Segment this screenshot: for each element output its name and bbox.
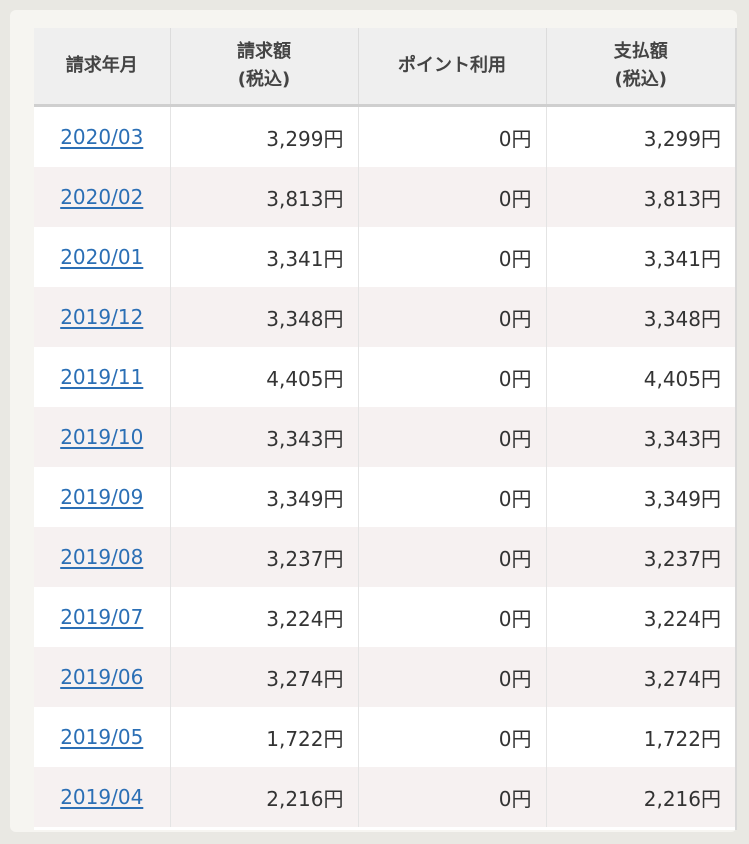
billed-amount-cell: 3,237円	[170, 527, 359, 587]
billing-month-cell: 2019/05	[34, 707, 171, 767]
table-row: 2019/07 3,224円 0円 3,224円	[34, 587, 735, 647]
table-row: 2019/12 3,348円 0円 3,348円	[34, 287, 735, 347]
table-row: 2019/05 1,722円 0円 1,722円	[34, 707, 735, 767]
points-used-cell: 0円	[358, 467, 547, 527]
header-row: 請求年月 請求額 (税込) ポイント利用 支払額 (税込)	[34, 28, 735, 107]
billing-month-link[interactable]: 2019/10	[60, 425, 143, 449]
billing-month-cell: 2019/07	[34, 587, 171, 647]
billing-month-cell: 2019/08	[34, 527, 171, 587]
billed-amount-cell: 3,343円	[170, 407, 359, 467]
billing-month-cell: 2019/06	[34, 647, 171, 707]
billing-month-cell: 2019/11	[34, 347, 171, 407]
billing-month-link[interactable]: 2020/03	[60, 125, 143, 149]
billing-month-link[interactable]: 2019/11	[60, 365, 143, 389]
points-used-cell: 0円	[358, 647, 547, 707]
table-row: 2019/09 3,349円 0円 3,349円	[34, 467, 735, 527]
header-paid-amount-tax-note: (税込)	[614, 69, 667, 90]
paid-amount-cell: 3,813円	[546, 167, 735, 227]
points-used-cell: 0円	[358, 767, 547, 827]
billing-month-link[interactable]: 2019/06	[60, 665, 143, 689]
paid-amount-cell: 3,341円	[643, 246, 721, 271]
points-used-cell: 0円	[358, 707, 547, 767]
table-row: 2020/02 3,813円 0円 3,813円	[34, 167, 735, 227]
paid-amount-cell: 3,349円	[643, 486, 721, 511]
table-row: 2019/10 3,343円 0円 3,343円	[34, 407, 735, 467]
billing-month-cell: 2020/02	[34, 167, 171, 227]
billing-month-cell: 2019/10	[34, 407, 171, 467]
billed-amount-cell: 4,405円	[170, 347, 359, 407]
billing-month-link[interactable]: 2019/09	[60, 485, 143, 509]
points-used-cell: 0円	[358, 407, 547, 467]
billing-month-link[interactable]: 2019/07	[60, 605, 143, 629]
paid-amount-cell: 3,237円	[546, 527, 735, 587]
billing-month-link[interactable]: 2019/05	[60, 725, 143, 749]
paid-amount-cell: 3,343円	[546, 407, 735, 467]
billed-amount-cell: 3,274円	[170, 647, 359, 707]
billed-amount-cell: 3,348円	[170, 287, 359, 347]
points-used-cell: 0円	[358, 227, 547, 287]
billed-amount-cell: 1,722円	[170, 707, 359, 767]
billing-history-table: 請求年月 請求額 (税込) ポイント利用 支払額 (税込) 2020/03 3,2…	[34, 28, 735, 827]
billing-month-cell: 2019/04	[34, 767, 171, 827]
paid-amount-cell: 3,299円	[643, 126, 721, 151]
header-billed-amount: 請求額 (税込)	[170, 28, 359, 107]
billed-amount-cell: 3,299円	[170, 105, 359, 167]
header-points-used: ポイント利用	[358, 28, 547, 107]
page-frame: 請求年月 請求額 (税込) ポイント利用 支払額 (税込) 2020/03 3,2…	[10, 10, 737, 832]
billing-month-link[interactable]: 2019/04	[60, 785, 143, 809]
billing-month-link[interactable]: 2020/01	[60, 245, 143, 269]
points-used-cell: 0円	[358, 167, 547, 227]
table-row: 2019/06 3,274円 0円 3,274円	[34, 647, 735, 707]
billing-month-cell: 2020/01	[34, 227, 171, 287]
paid-amount-cell: 3,274円	[546, 647, 735, 707]
header-paid-amount-label: 支払額	[613, 41, 668, 62]
header-billed-amount-label: 請求額	[237, 41, 291, 62]
table-header: 請求年月 請求額 (税込) ポイント利用 支払額 (税込)	[34, 28, 735, 107]
paid-amount-cell: 1,722円	[643, 726, 721, 751]
billed-amount-cell: 2,216円	[170, 767, 359, 827]
billing-month-link[interactable]: 2020/02	[60, 185, 143, 209]
header-billing-month: 請求年月	[34, 28, 171, 107]
points-used-cell: 0円	[358, 105, 547, 167]
header-paid-amount: 支払額 (税込)	[546, 28, 735, 107]
billing-month-link[interactable]: 2019/12	[60, 305, 143, 329]
paid-amount-cell: 3,224円	[643, 606, 721, 631]
points-used-cell: 0円	[358, 587, 547, 647]
table-row: 2020/03 3,299円 0円 3,299円	[34, 105, 735, 167]
paid-amount-cell: 4,405円	[643, 366, 721, 391]
header-billed-amount-tax-note: (税込)	[237, 69, 291, 90]
billed-amount-cell: 3,349円	[170, 467, 359, 527]
points-used-cell: 0円	[358, 347, 547, 407]
billing-month-cell: 2019/12	[34, 287, 171, 347]
table-row: 2019/11 4,405円 0円 4,405円	[34, 347, 735, 407]
billed-amount-cell: 3,341円	[170, 227, 359, 287]
billing-month-link[interactable]: 2019/08	[60, 545, 143, 569]
table-row: 2019/08 3,237円 0円 3,237円	[34, 527, 735, 587]
table-row: 2020/01 3,341円 0円 3,341円	[34, 227, 735, 287]
points-used-cell: 0円	[358, 287, 547, 347]
table-row: 2019/04 2,216円 0円 2,216円	[34, 767, 735, 827]
billing-history-panel: 請求年月 請求額 (税込) ポイント利用 支払額 (税込) 2020/03 3,2…	[34, 28, 737, 830]
billing-month-cell: 2019/09	[34, 467, 171, 527]
table-body: 2020/03 3,299円 0円 3,299円 2020/02 3,813円 0円 3,81…	[34, 105, 735, 827]
billed-amount-cell: 3,224円	[170, 587, 359, 647]
paid-amount-cell: 2,216円	[546, 767, 735, 827]
billing-month-cell: 2020/03	[34, 105, 171, 167]
billed-amount-cell: 3,813円	[170, 167, 359, 227]
paid-amount-cell: 3,348円	[546, 287, 735, 347]
points-used-cell: 0円	[358, 527, 547, 587]
